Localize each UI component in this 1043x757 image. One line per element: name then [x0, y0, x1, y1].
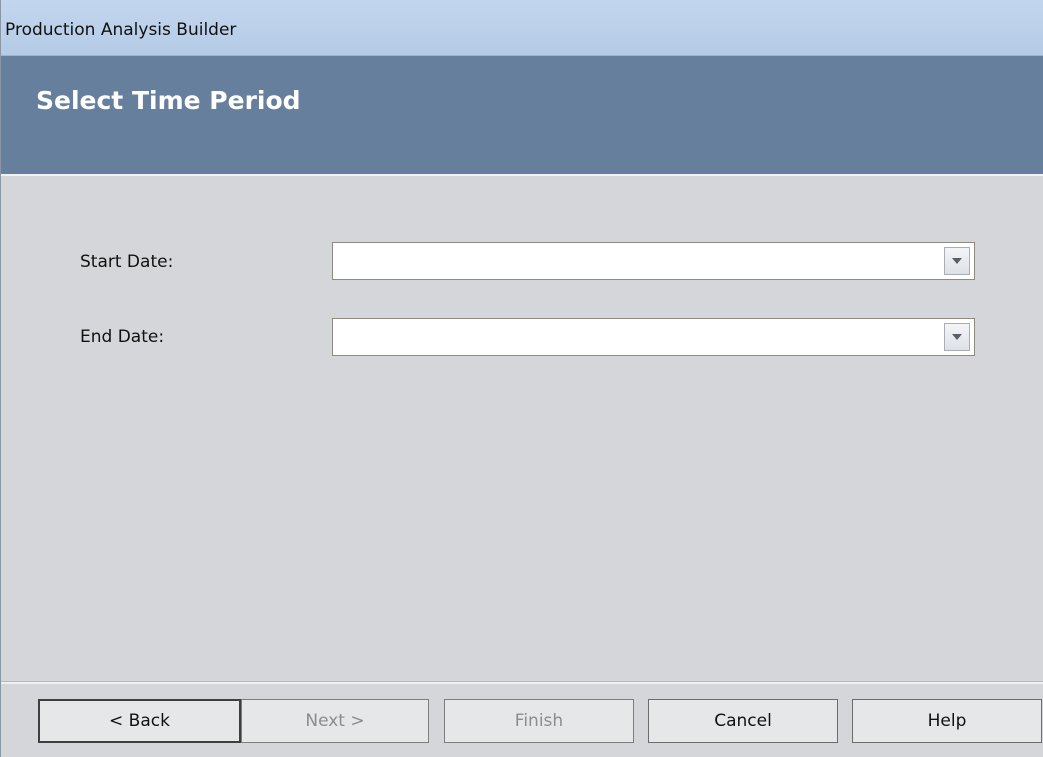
finish-button[interactable]: Finish [444, 699, 634, 743]
wizard-window: Production Analysis Builder Select Time … [0, 0, 1043, 757]
start-date-label: Start Date: [80, 252, 174, 272]
wizard-header: Select Time Period [1, 56, 1043, 176]
button-bar-divider [1, 681, 1043, 684]
help-button[interactable]: Help [852, 699, 1042, 743]
chevron-down-icon [952, 334, 962, 340]
title-bar: Production Analysis Builder [1, 0, 1043, 56]
start-date-dropdown-button[interactable] [944, 247, 970, 275]
back-button[interactable]: < Back [38, 699, 241, 743]
chevron-down-icon [952, 258, 962, 264]
start-date-combo[interactable] [332, 242, 975, 280]
page-title: Select Time Period [36, 86, 301, 115]
next-button[interactable]: Next > [241, 699, 429, 743]
end-date-label: End Date: [80, 327, 165, 347]
window-title: Production Analysis Builder [5, 20, 237, 40]
end-date-dropdown-button[interactable] [944, 323, 970, 351]
cancel-button[interactable]: Cancel [648, 699, 838, 743]
end-date-combo[interactable] [332, 318, 975, 356]
